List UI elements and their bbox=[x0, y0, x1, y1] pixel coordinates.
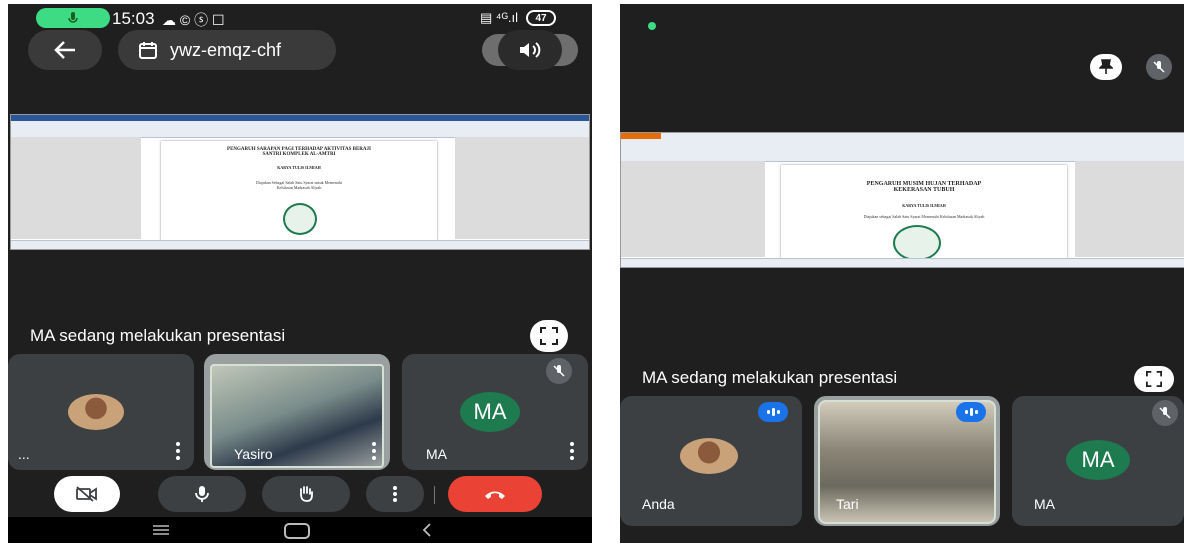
mic-icon bbox=[195, 486, 209, 502]
document-subtitle-1: Diajukan sebagai Salah Satu Syarat Memen… bbox=[863, 214, 985, 219]
fullscreen-button[interactable] bbox=[530, 320, 568, 352]
control-bar bbox=[8, 476, 592, 520]
document-page: PENGARUH MUSIM HUJAN TERHADAP KEKERASAN … bbox=[781, 165, 1067, 261]
participant-tile-1[interactable]: Anda bbox=[620, 396, 802, 526]
participant-tile-3[interactable]: MA MA bbox=[402, 354, 588, 470]
right-gray-panel bbox=[1075, 161, 1184, 257]
left-gray-panel bbox=[621, 161, 765, 257]
participant-avatar bbox=[680, 438, 738, 474]
participant-name: MA bbox=[426, 446, 447, 462]
more-options-button[interactable] bbox=[366, 476, 424, 512]
meeting-code: ywz-emqz-chf bbox=[170, 40, 282, 60]
system-nav-bar bbox=[8, 517, 592, 543]
more-vert-icon[interactable] bbox=[176, 442, 180, 460]
raise-hand-button[interactable] bbox=[262, 476, 350, 512]
document-title-2: SANTRI KOMPLEK AL-AMTRI bbox=[262, 152, 336, 157]
school-logo bbox=[283, 203, 317, 235]
document-page: PENGARUH SARAPAN PAGI TERHADAP AKTIVITAS… bbox=[161, 141, 437, 241]
right-phone-screen: PENGARUH MUSIM HUJAN TERHADAP KEKERASAN … bbox=[620, 4, 1184, 543]
camera-toggle-button[interactable] bbox=[54, 476, 120, 512]
speaker-icon bbox=[520, 42, 541, 58]
participant-avatar-initials: MA bbox=[1066, 440, 1130, 480]
participant-name: Yasiro bbox=[234, 446, 273, 462]
video-off-icon bbox=[76, 486, 97, 502]
word-ribbon bbox=[11, 115, 589, 138]
participant-avatar-initials: MA bbox=[460, 392, 520, 432]
hand-icon bbox=[300, 486, 313, 502]
presenting-text: MA sedang melakukan presentasi bbox=[642, 368, 898, 387]
participant-name: ... bbox=[18, 446, 30, 462]
presenting-text: MA sedang melakukan presentasi bbox=[30, 326, 286, 345]
pin-icon bbox=[1099, 59, 1113, 74]
battery-icon: 47 bbox=[526, 10, 556, 26]
home-icon[interactable] bbox=[284, 523, 310, 539]
presentation-screen[interactable]: PENGARUH SARAPAN PAGI TERHADAP AKTIVITAS… bbox=[10, 114, 590, 250]
end-call-button[interactable] bbox=[448, 476, 542, 512]
word-status-bar bbox=[11, 240, 589, 249]
fullscreen-button[interactable] bbox=[1134, 366, 1174, 392]
participant-avatar bbox=[68, 394, 124, 430]
word-status-bar bbox=[621, 258, 1184, 267]
status-icons: ☁ © ⓢ ☐ bbox=[162, 12, 225, 28]
mic-active-pill[interactable] bbox=[36, 8, 110, 28]
phone-hangup-icon bbox=[485, 491, 505, 499]
document-author: KARYA TULIS ILMIAH bbox=[277, 165, 321, 170]
participant-tile-2[interactable]: Yasiro bbox=[204, 354, 390, 470]
speaking-indicator-icon bbox=[956, 402, 986, 422]
fullscreen-icon bbox=[1146, 371, 1162, 387]
participant-tile-1[interactable]: ... bbox=[8, 354, 194, 470]
calendar-icon bbox=[139, 42, 157, 59]
participant-name: Anda bbox=[642, 496, 675, 512]
participant-tile-3[interactable]: MA MA bbox=[1012, 396, 1184, 526]
participant-name: Tari bbox=[836, 496, 859, 512]
fullscreen-icon bbox=[540, 327, 558, 345]
school-logo bbox=[893, 225, 941, 261]
speaker-button[interactable] bbox=[498, 30, 562, 70]
word-ribbon bbox=[621, 133, 1184, 162]
mic-toggle-button[interactable] bbox=[158, 476, 246, 512]
mic-icon bbox=[68, 12, 78, 23]
presentation-screen[interactable]: PENGARUH MUSIM HUJAN TERHADAP KEKERASAN … bbox=[620, 132, 1184, 268]
arrow-left-icon bbox=[54, 41, 75, 59]
document-title-2: KEKERASAN TUBUH bbox=[893, 187, 955, 193]
mic-off-icon bbox=[1146, 54, 1172, 80]
participant-tile-2[interactable]: Tari bbox=[814, 396, 1000, 526]
speaking-indicator-icon bbox=[758, 402, 788, 422]
more-vert-icon[interactable] bbox=[570, 442, 574, 460]
divider bbox=[434, 486, 435, 504]
meeting-info-button[interactable]: ywz-emqz-chf bbox=[118, 30, 336, 70]
more-vert-icon[interactable] bbox=[372, 442, 376, 460]
back-button[interactable] bbox=[28, 30, 102, 70]
document-subtitle-2: Kelulusan Madrasah Aliyah bbox=[276, 185, 322, 190]
left-phone-screen: 15:03 ☁ © ⓢ ☐ ▤ ⁴ᴳ.ıl 47 ywz-emqz-chf PE… bbox=[8, 4, 592, 543]
signal-icons: ▤ ⁴ᴳ.ıl bbox=[480, 10, 519, 25]
back-icon[interactable] bbox=[422, 523, 432, 537]
mic-off-icon bbox=[546, 358, 572, 384]
pin-button[interactable] bbox=[1090, 54, 1122, 80]
participant-name: MA bbox=[1034, 496, 1055, 512]
right-gray-panel bbox=[455, 137, 589, 239]
recent-apps-icon[interactable] bbox=[152, 524, 170, 536]
status-time: 15:03 bbox=[112, 9, 155, 28]
mic-off-icon bbox=[1152, 400, 1178, 426]
document-author: KARYA TULIS ILMIAH bbox=[902, 203, 946, 208]
recording-dot bbox=[648, 22, 656, 30]
left-gray-panel bbox=[11, 137, 141, 239]
